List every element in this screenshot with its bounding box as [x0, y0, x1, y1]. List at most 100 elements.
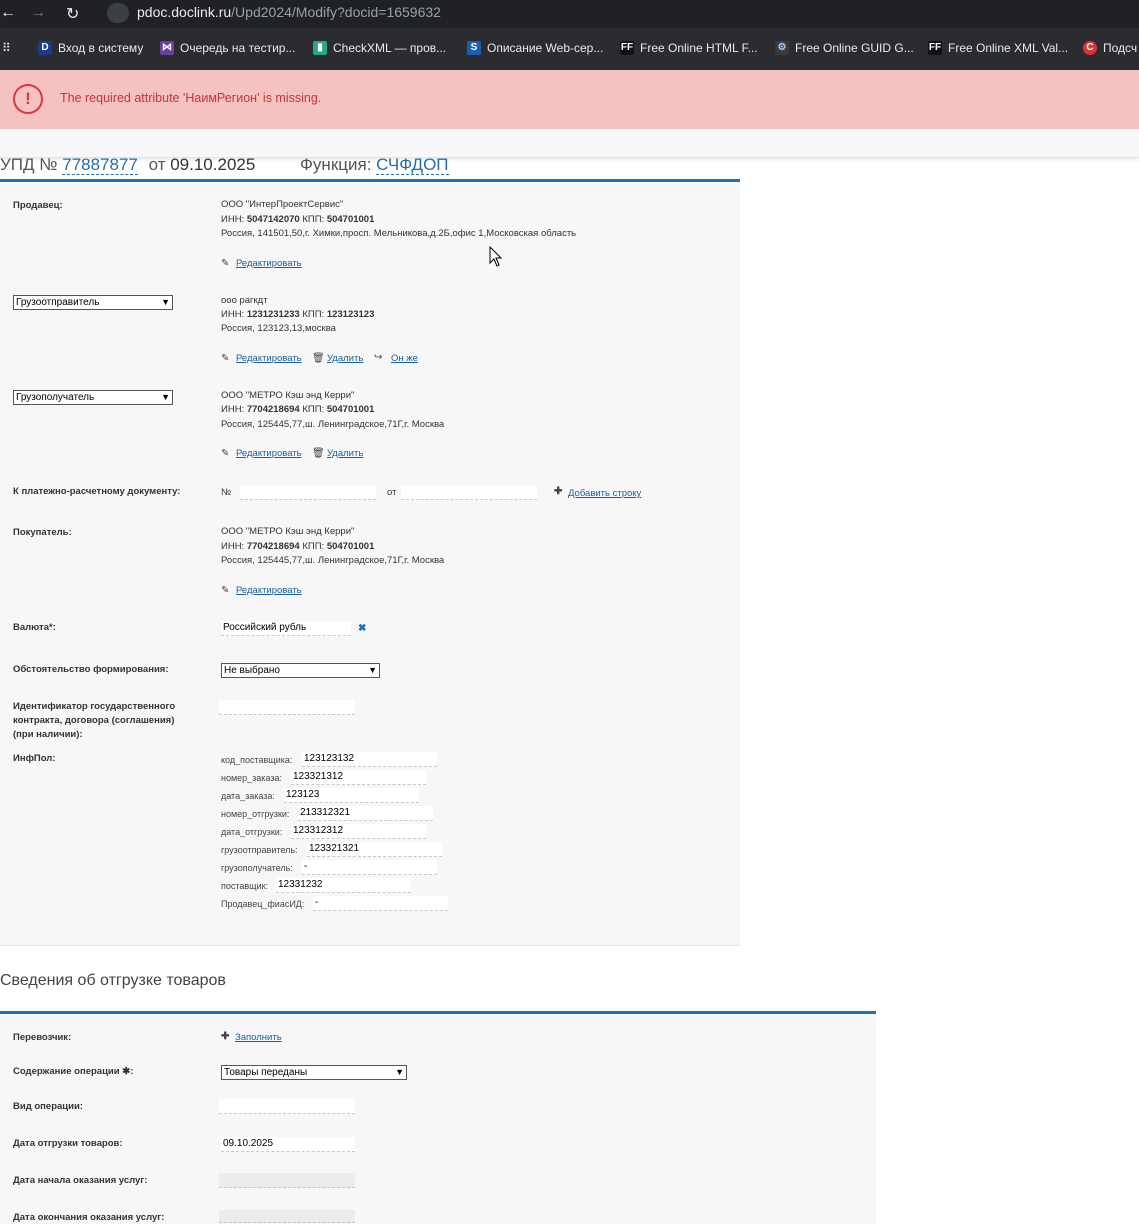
- copyright-icon: C: [1083, 41, 1097, 55]
- url-text[interactable]: pdoc.doclink.ru/Upd2024/Modify?docid=165…: [137, 4, 441, 20]
- function-label: Функция:: [300, 155, 372, 174]
- circumstance-select[interactable]: Не выбрано ▼: [221, 663, 380, 678]
- payment-doc-label: К платежно-расчетному документу:: [13, 486, 181, 497]
- bookmark-label: Вход в систему: [58, 41, 144, 55]
- infpol-value-input[interactable]: 123123: [284, 788, 419, 803]
- infpol-value-input[interactable]: -: [302, 860, 437, 875]
- currency-input[interactable]: Российский рубль: [221, 621, 351, 636]
- infpol-key: грузоотправитель:: [221, 845, 298, 855]
- bookmark-checkxml[interactable]: ▮ CheckXML — пров...: [313, 41, 446, 55]
- shipment-section-title: Сведения об отгрузке товаров: [0, 972, 226, 989]
- shipper-inn-kpp: ИНН: 1231231233 КПП: 123123123: [221, 309, 375, 320]
- function-header: Функция: СЧФДОП: [300, 155, 449, 175]
- seller-inn-kpp: ИНН: 5047142070 КПП: 504701001: [221, 214, 375, 225]
- plus-icon: ✚: [221, 1031, 230, 1042]
- pencil-icon: ✎: [221, 585, 230, 596]
- close-icon[interactable]: ✖: [358, 623, 366, 634]
- carrier-fill-link[interactable]: Заполнить: [235, 1032, 282, 1043]
- shipper-delete-link[interactable]: Удалить: [327, 353, 363, 364]
- infpol-value-input[interactable]: 123321312: [291, 770, 426, 785]
- infpol-value-input[interactable]: 213312321: [298, 806, 433, 821]
- bookmark-counter[interactable]: C Подсч: [1083, 41, 1137, 55]
- shipper-same-link[interactable]: Он же: [391, 353, 418, 364]
- consignee-name: ООО "МЕТРО Кэш энд Керри": [221, 390, 355, 401]
- circumstance-label: Обстоятельство формирования:: [13, 664, 169, 675]
- shipper-edit-link[interactable]: Редактировать: [236, 353, 302, 364]
- bookmark-label: Free Online XML Val...: [948, 41, 1069, 55]
- operation-label: Содержание операции ✱:: [13, 1066, 134, 1077]
- service-end-input[interactable]: [219, 1210, 355, 1223]
- shipment-panel: [0, 1014, 876, 1224]
- doc-date[interactable]: 09.10.2025: [170, 155, 255, 174]
- apps-icon[interactable]: ⠿: [2, 41, 11, 55]
- add-row-link[interactable]: Добавить строку: [568, 488, 641, 499]
- payment-number-input[interactable]: [240, 485, 376, 500]
- bookmark-web-services[interactable]: S Описание Web-сер...: [467, 41, 603, 55]
- bookmark-xml-validator[interactable]: FF Free Online XML Val...: [928, 41, 1068, 55]
- infpol-value-input[interactable]: -: [313, 896, 448, 911]
- gov-contract-input[interactable]: [219, 700, 355, 715]
- ship-date-input[interactable]: 09.10.2025: [221, 1137, 355, 1152]
- shipper-role-select[interactable]: Грузоотправитель ▼: [13, 295, 173, 310]
- pencil-icon: ✎: [221, 353, 230, 364]
- doc-prefix: УПД №: [0, 155, 58, 174]
- infpol-value-input[interactable]: 123123132: [302, 752, 437, 767]
- trash-icon: 🗑: [312, 448, 325, 459]
- service-start-input[interactable]: [219, 1173, 355, 1188]
- site-info-icon[interactable]: [107, 3, 129, 23]
- sharepoint-icon: S: [467, 41, 481, 55]
- plus-icon: ✚: [554, 486, 563, 497]
- share-arrow-icon: ↪: [374, 352, 383, 363]
- infpol-key: дата_заказа:: [221, 791, 275, 801]
- buyer-address: Россия, 125445,77,ш. Ленинградское,71Г,г…: [221, 555, 445, 566]
- pencil-icon: ✎: [221, 448, 230, 459]
- carrier-label: Перевозчик:: [13, 1032, 72, 1043]
- reload-icon[interactable]: ↻: [66, 4, 79, 24]
- op-type-label: Вид операции:: [13, 1101, 83, 1112]
- consignee-address: Россия, 125445,77,ш. Ленинградское,71Г,г…: [221, 419, 445, 430]
- bookmark-label: Free Online GUID G...: [795, 41, 914, 55]
- gov-contract-label: Идентификатор государственного контракта…: [13, 701, 176, 740]
- infpol-key: грузополучатель:: [221, 863, 293, 873]
- seller-address: Россия, 141501,50,г. Химки,просп. Мельни…: [221, 228, 577, 239]
- bookmark-guid[interactable]: ⚙ Free Online GUID G...: [775, 41, 914, 55]
- service-end-label: Дата окончания оказания услуг:: [13, 1212, 165, 1223]
- bookmark-label: Подсч: [1103, 41, 1138, 55]
- back-icon[interactable]: ←: [0, 4, 16, 22]
- consignee-edit-link[interactable]: Редактировать: [236, 448, 302, 459]
- infpol-key: номер_заказа:: [221, 773, 282, 783]
- consignee-inn-kpp: ИНН: 7704218694 КПП: 504701001: [221, 404, 375, 415]
- shipper-name: ооо рагкдт: [221, 295, 268, 306]
- ship-date-label: Дата отгрузки товаров:: [13, 1138, 123, 1149]
- chevron-down-icon: ▼: [368, 665, 377, 675]
- bookmark-html-formatter[interactable]: FF Free Online HTML F...: [620, 41, 758, 55]
- infpol-value-input[interactable]: 123321321: [307, 842, 442, 857]
- operation-select[interactable]: Товары переданы ▼: [221, 1065, 407, 1080]
- doc-number[interactable]: 77887877: [62, 155, 138, 175]
- payment-date-input[interactable]: [401, 485, 537, 500]
- checkxml-icon: ▮: [313, 41, 327, 55]
- op-type-input[interactable]: [219, 1099, 355, 1114]
- error-message: The required attribute 'НаимРегион' is m…: [60, 91, 322, 105]
- infpol-value-input[interactable]: 123312312: [291, 824, 426, 839]
- bookmark-label: Free Online HTML F...: [640, 41, 758, 55]
- buyer-edit-link[interactable]: Редактировать: [236, 585, 302, 596]
- payment-number-label: №: [221, 487, 232, 498]
- seller-name: ООО "ИнтерПроектСервис": [221, 199, 344, 210]
- error-banner: ! The required attribute 'НаимРегион' is…: [0, 70, 1139, 129]
- bookmark-queue[interactable]: ⋈ Очередь на тестир...: [160, 41, 295, 55]
- function-value[interactable]: СЧФДОП: [376, 155, 449, 175]
- buyer-inn-kpp: ИНН: 7704218694 КПП: 504701001: [221, 541, 375, 552]
- infpol-key: поставщик:: [221, 881, 269, 891]
- bookmarks-bar: ⠿ D Вход в систему ⋈ Очередь на тестир... …: [0, 28, 1139, 70]
- trash-icon: 🗑: [312, 353, 325, 364]
- consignee-delete-link[interactable]: Удалить: [327, 448, 363, 459]
- infpol-value-input[interactable]: 12331232: [276, 878, 411, 893]
- buyer-name: ООО "МЕТРО Кэш энд Керри": [221, 526, 355, 537]
- forward-icon[interactable]: →: [30, 4, 46, 22]
- seller-edit-link[interactable]: Редактировать: [236, 258, 302, 269]
- consignee-role-select[interactable]: Грузополучатель ▼: [13, 390, 173, 405]
- currency-label: Валюта*:: [13, 622, 56, 633]
- infpol-key: дата_отгрузки:: [221, 827, 283, 837]
- bookmark-login[interactable]: D Вход в систему: [38, 41, 143, 55]
